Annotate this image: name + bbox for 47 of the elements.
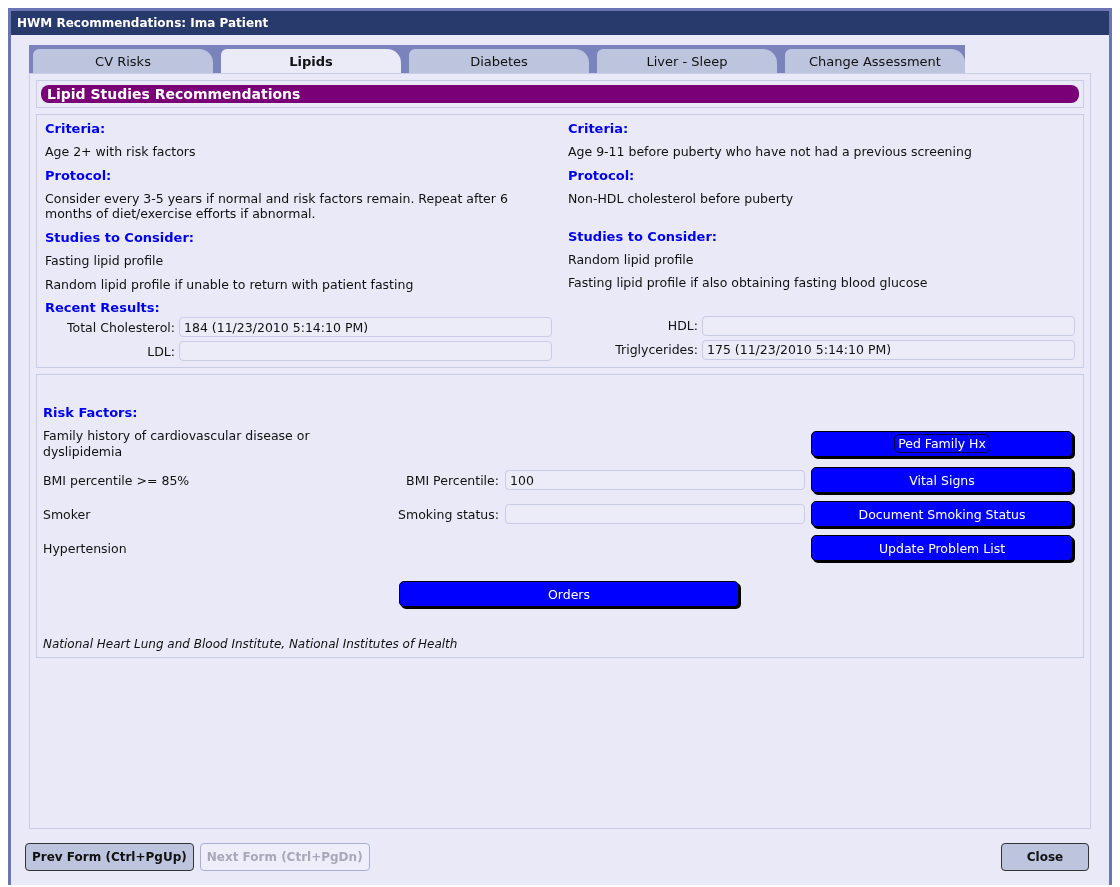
protocol-text: Consider every 3-5 years if normal and risk factors remain. Repeat after 6 months of diet/exercise efforts if abnormal. — [45, 190, 509, 222]
protocol-label: Protocol: — [45, 167, 113, 183]
result-label: HDL: — [666, 318, 698, 334]
tab[interactable]: Lipids — [221, 49, 401, 73]
input-field[interactable] — [505, 504, 805, 525]
result-label: LDL: — [146, 343, 175, 359]
criteria-label: Criteria: — [568, 121, 630, 136]
input-field[interactable]: 100 — [505, 470, 805, 491]
result-field[interactable]: 184 (11/23/2010 5:14:10 PM) — [179, 317, 552, 338]
tab[interactable]: CV Risks — [33, 49, 213, 73]
action-button[interactable]: Document Smoking Status — [811, 501, 1073, 528]
study-text: Fasting lipid profile — [45, 252, 165, 269]
action-button[interactable]: Update Problem List — [811, 535, 1073, 562]
study-text: Random lipid profile — [568, 251, 695, 268]
result-field[interactable] — [702, 315, 1075, 336]
result-field[interactable]: 175 (11/23/2010 5:14:10 PM) — [702, 339, 1075, 360]
field-label: BMI Percentile: — [405, 472, 499, 488]
protocol-label: Protocol: — [568, 167, 636, 183]
risk-factor-text: Family history of cardiovascular disease or dyslipidemia — [43, 428, 311, 460]
field-label: Smoking status: — [397, 506, 499, 522]
window-title: HWM Recommendations: Ima Patient — [11, 11, 1109, 35]
orders-button[interactable]: Orders — [399, 581, 739, 608]
source-text: National Heart Lung and Blood Institute, National Institutes of Health — [43, 637, 459, 652]
study-text: Random lipid profile if unable to return with patient fasting — [45, 276, 415, 293]
risk-factor-text: Hypertension — [43, 540, 128, 557]
criteria-label: Criteria: — [45, 121, 107, 136]
tab[interactable]: Liver - Sleep — [597, 49, 777, 73]
criteria-text: Age 2+ with risk factors — [45, 144, 197, 160]
action-button[interactable]: Vital Signs — [811, 467, 1073, 494]
result-field[interactable] — [179, 341, 552, 362]
action-button[interactable]: Ped Family Hx — [811, 430, 1073, 457]
results-label: Recent Results: — [45, 300, 161, 316]
risk-factor-text: BMI percentile >= 85% — [43, 472, 191, 489]
studies-label: Studies to Consider: — [45, 229, 195, 245]
tab[interactable]: Diabetes — [409, 49, 589, 73]
study-text: Fasting lipid profile if also obtaining fasting blood glucose — [568, 275, 929, 291]
section-header: Lipid Studies Recommendations — [41, 85, 1079, 103]
protocol-text: Non-HDL cholesterol before puberty — [568, 190, 795, 208]
risk-factor-text: Smoker — [43, 506, 92, 523]
form-nav-button[interactable]: Prev Form (Ctrl+PgUp) — [25, 843, 194, 871]
studies-label: Studies to Consider: — [568, 228, 718, 244]
result-label: Triglycerides: — [614, 342, 698, 358]
risk-factors-label: Risk Factors: — [43, 405, 139, 421]
result-label: Total Cholesterol: — [66, 319, 175, 335]
tab[interactable]: Change Assessment — [785, 49, 965, 73]
criteria-text: Age 9-11 before puberty who have not had a previous screening — [568, 144, 973, 160]
close-button[interactable]: Close — [1001, 843, 1089, 871]
